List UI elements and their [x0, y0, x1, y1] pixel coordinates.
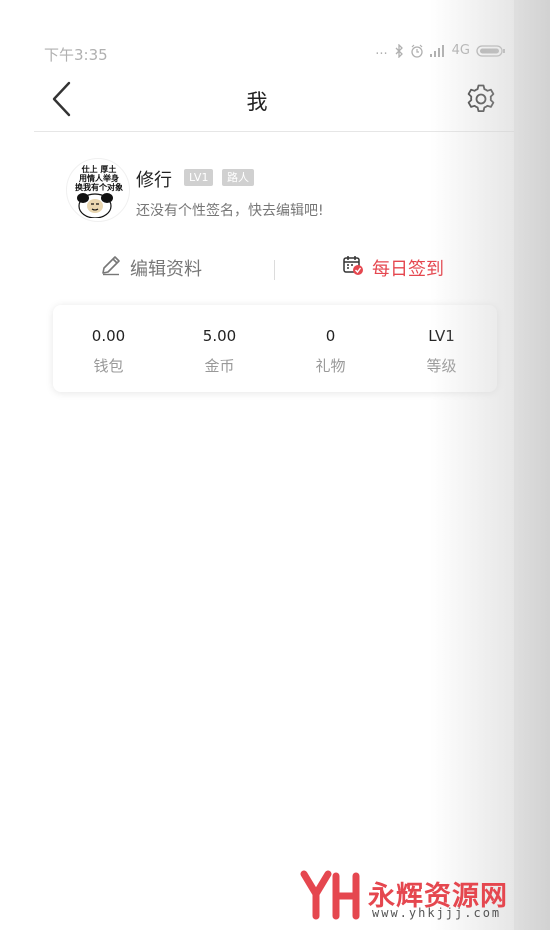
- avatar[interactable]: 仕上 厚土 用情人举身 换我有个对象: [66, 158, 130, 222]
- stat-label: 金币: [204, 357, 235, 375]
- stat-label: 礼物: [315, 357, 346, 375]
- stat-wallet[interactable]: 0.00 钱包: [53, 305, 164, 392]
- signal-dots-icon: ...: [375, 43, 388, 58]
- nav-divider: [34, 131, 514, 132]
- signal-bars-icon: [429, 44, 446, 57]
- edit-profile-label: 编辑资料: [130, 258, 202, 280]
- stat-value: LV1: [428, 327, 455, 345]
- status-time: 下午3:35: [44, 46, 108, 64]
- stat-value: 5.00: [202, 327, 237, 345]
- bluetooth-icon: [394, 43, 404, 58]
- stat-label: 钱包: [93, 357, 124, 375]
- stats-card: 0.00 钱包 5.00 金币 0 礼物 LV1 等级: [53, 305, 497, 392]
- username: 修行: [136, 170, 172, 191]
- alarm-icon: [410, 44, 424, 58]
- profile-section: 仕上 厚土 用情人举身 换我有个对象 修行 LV1 路人 还没有个性签名，快去编…: [66, 158, 496, 228]
- stat-label: 等级: [426, 357, 457, 375]
- page-title: 我: [246, 90, 268, 114]
- screen: 下午3:35 ... 4G 我 仕上 厚土 用情人举身 换我有个对象 修行 LV…: [0, 0, 514, 930]
- watermark: 永辉资源网 www.yhkjjj.com: [300, 868, 530, 924]
- settings-button[interactable]: [462, 82, 500, 120]
- role-badge: 路人: [222, 169, 254, 186]
- battery-icon: [476, 44, 506, 58]
- stat-value: 0.00: [91, 327, 126, 345]
- network-type: 4G: [451, 43, 470, 58]
- edit-profile-button[interactable]: 编辑资料: [100, 254, 202, 281]
- avatar-caption-line: 用情人举身: [79, 174, 119, 183]
- avatar-caption-line: 换我有个对象: [75, 183, 123, 192]
- signature-text: 还没有个性签名，快去编辑吧!: [136, 203, 324, 219]
- stat-level[interactable]: LV1 等级: [386, 305, 497, 392]
- calendar-check-icon: [342, 254, 364, 281]
- stat-gifts[interactable]: 0 礼物: [275, 305, 386, 392]
- stat-value: 0: [325, 327, 336, 345]
- avatar-caption-line: 仕上 厚土: [81, 165, 117, 174]
- level-badge: LV1: [184, 169, 214, 186]
- gear-icon: [465, 83, 497, 119]
- action-divider: [274, 260, 275, 280]
- watermark-logo-icon: [300, 870, 360, 920]
- panda-face-icon: [77, 193, 113, 218]
- nav-bar: 我: [0, 72, 514, 132]
- daily-checkin-button[interactable]: 每日签到: [342, 254, 444, 281]
- status-icons: ... 4G: [375, 43, 506, 58]
- stat-coins[interactable]: 5.00 金币: [164, 305, 275, 392]
- pencil-icon: [100, 254, 122, 281]
- status-bar: 下午3:35 ... 4G: [0, 40, 514, 66]
- daily-checkin-label: 每日签到: [372, 258, 444, 280]
- profile-actions: 编辑资料 每日签到: [0, 250, 514, 290]
- watermark-url: www.yhkjjj.com: [372, 906, 502, 920]
